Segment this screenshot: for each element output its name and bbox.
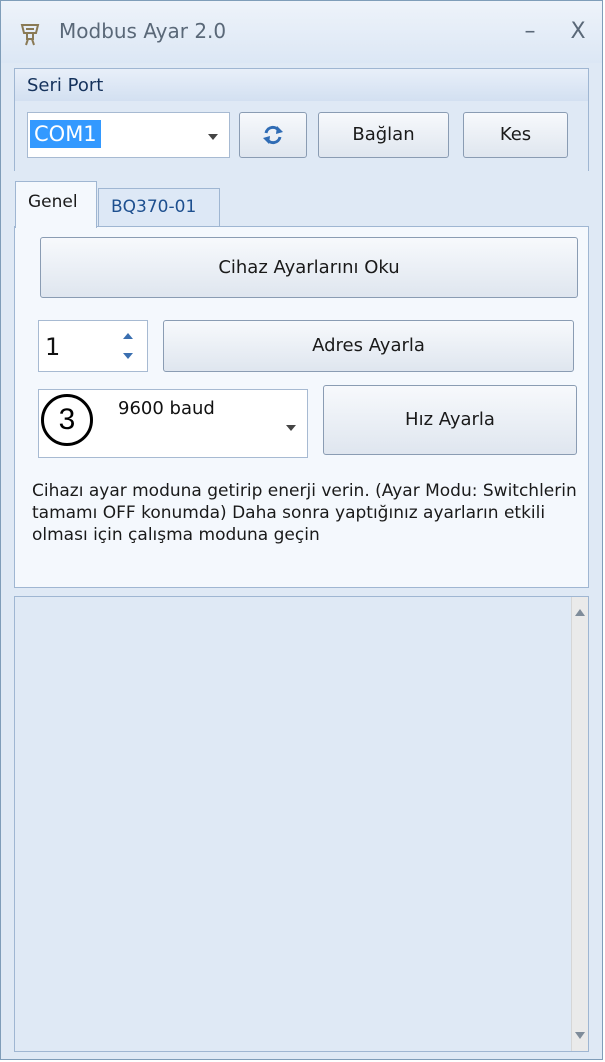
tab-bq370-01[interactable]: BQ370-01: [98, 188, 220, 226]
log-scrollbar[interactable]: [571, 597, 588, 1051]
disconnect-button[interactable]: Kes: [463, 112, 568, 158]
refresh-ports-button[interactable]: [239, 112, 307, 158]
connect-button[interactable]: Bağlan: [318, 112, 449, 158]
serial-port-label: Seri Port: [27, 75, 104, 96]
chevron-down-icon: [286, 425, 296, 431]
baud-select-value: 9600 baud: [118, 398, 215, 419]
title-bar[interactable]: Modbus Ayar 2.0 – X: [1, 1, 602, 63]
read-device-settings-button[interactable]: Cihaz Ayarlarını Oku: [40, 237, 578, 298]
app-icon: [20, 24, 40, 46]
scroll-up-icon[interactable]: [575, 609, 585, 616]
log-output-area[interactable]: [14, 596, 589, 1052]
instruction-text: Cihazı ayar moduna getirip enerji verin.…: [32, 481, 577, 545]
refresh-icon: [263, 125, 283, 145]
address-stepper[interactable]: 1: [38, 320, 148, 372]
baud-select[interactable]: 3 9600 baud: [38, 389, 308, 458]
stepper-up-icon[interactable]: [123, 333, 133, 339]
stepper-down-icon[interactable]: [123, 353, 133, 359]
scroll-down-icon[interactable]: [575, 1032, 585, 1039]
window-title: Modbus Ayar 2.0: [59, 19, 227, 43]
annotation-number-badge: 3: [41, 394, 93, 446]
chevron-down-icon: [208, 134, 218, 140]
port-select[interactable]: COM1: [27, 112, 230, 158]
address-value: 1: [45, 333, 61, 361]
tab-genel[interactable]: Genel: [15, 181, 97, 228]
port-select-value: COM1: [30, 120, 101, 148]
close-button[interactable]: X: [561, 15, 595, 49]
set-address-button[interactable]: Adres Ayarla: [163, 320, 574, 372]
set-speed-button[interactable]: Hız Ayarla: [323, 385, 577, 455]
minimize-button[interactable]: –: [513, 15, 547, 49]
serial-port-group-header: Seri Port: [14, 68, 589, 102]
